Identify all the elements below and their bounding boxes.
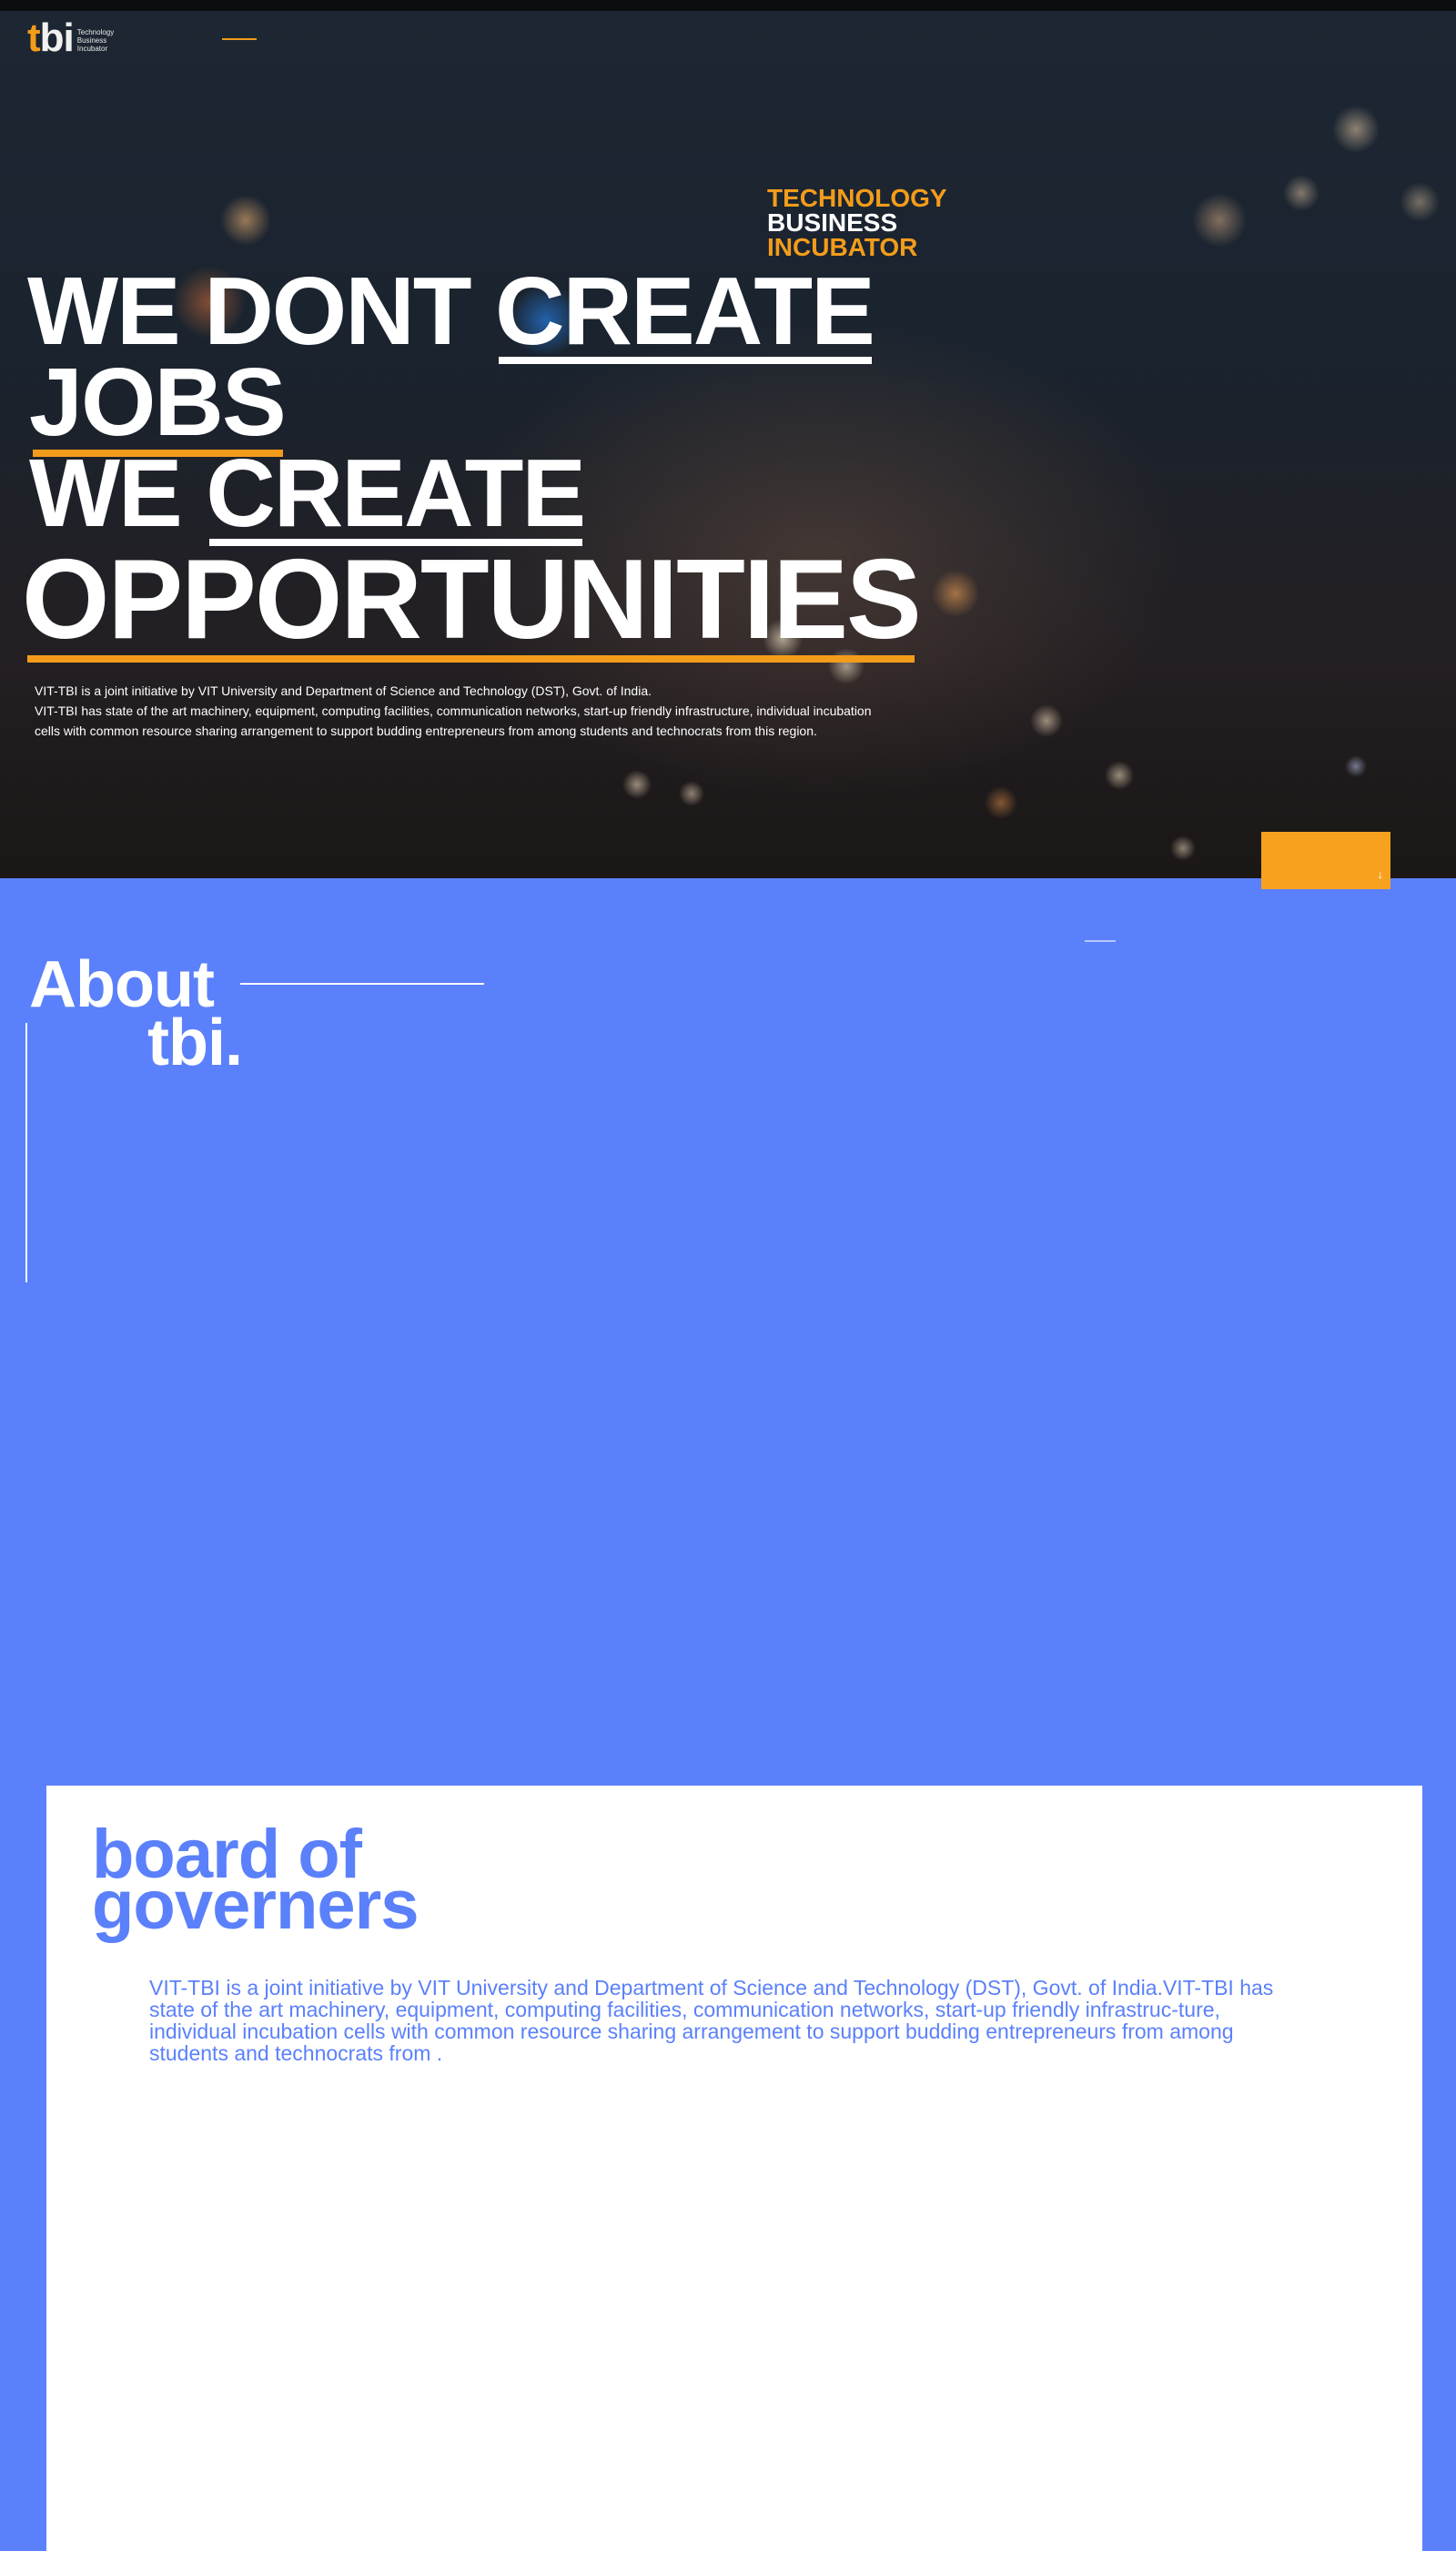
logo-mark: tbi xyxy=(27,18,75,58)
hero-desc-line-3: cells with common resource sharing arran… xyxy=(35,724,817,738)
headline-we: WE xyxy=(29,440,183,547)
hero-desc-line-1: VIT-TBI is a joint initiative by VIT Uni… xyxy=(35,683,652,698)
logo-sub-technology: Technology xyxy=(76,27,115,36)
logo-sub-incubator: Incubator xyxy=(76,44,108,53)
logo-sub-business: Business xyxy=(76,35,107,45)
arrow-down-icon: ↓ xyxy=(1377,867,1384,881)
hero-section: tbi Technology Business Incubator TECHNO… xyxy=(0,11,1456,889)
headline-create-1: CREATE xyxy=(494,258,875,365)
word-incubator: INCUBATOR xyxy=(767,233,918,261)
board-title: board of governers xyxy=(92,1820,419,1944)
headline-row-4: OPPORTUNITIES xyxy=(22,537,922,663)
top-bar xyxy=(0,0,1456,11)
about-title: About tbi. xyxy=(29,952,243,1079)
scroll-down-button[interactable]: ↓ xyxy=(1261,832,1390,889)
board-title-line-2: governers xyxy=(92,1867,419,1944)
headline-create-2: CREATE xyxy=(206,440,586,547)
logo-letter-t: t xyxy=(27,15,41,60)
headline-row-1: WE DONT CREATE xyxy=(27,258,875,365)
headline-jobs: JOBS xyxy=(29,349,287,457)
board-description: VIT-TBI is a joint initiative by VIT Uni… xyxy=(149,1976,1274,2065)
about-title-line-2: tbi. xyxy=(147,1007,243,1079)
headline-opportunities: OPPORTUNITIES xyxy=(22,537,922,663)
menu-toggle-line[interactable] xyxy=(222,38,257,40)
about-vertical-line xyxy=(25,1023,27,1282)
word-technology: TECHNOLOGY xyxy=(767,184,947,212)
logo-letters-bi: bi xyxy=(39,15,75,60)
hero-desc-line-2: VIT-TBI has state of the art machinery, … xyxy=(35,704,872,718)
about-decor-line xyxy=(1085,940,1116,942)
about-horizontal-line xyxy=(240,983,484,985)
logo-subtitle: Technology Business Incubator xyxy=(77,28,114,53)
hero-description: VIT-TBI is a joint initiative by VIT Uni… xyxy=(35,681,908,741)
headline-we-dont: WE DONT xyxy=(27,258,471,365)
tbi-logo[interactable]: tbi Technology Business Incubator xyxy=(27,18,114,58)
word-business: BUSINESS xyxy=(767,208,898,237)
board-of-governors-card: board of governers VIT-TBI is a joint in… xyxy=(46,1786,1422,2551)
headline-row-3: WE CREATE xyxy=(29,440,586,547)
headline-row-2: JOBS xyxy=(29,349,287,457)
tbi-wordmark: TECHNOLOGY BUSINESS INCUBATOR xyxy=(767,184,947,261)
